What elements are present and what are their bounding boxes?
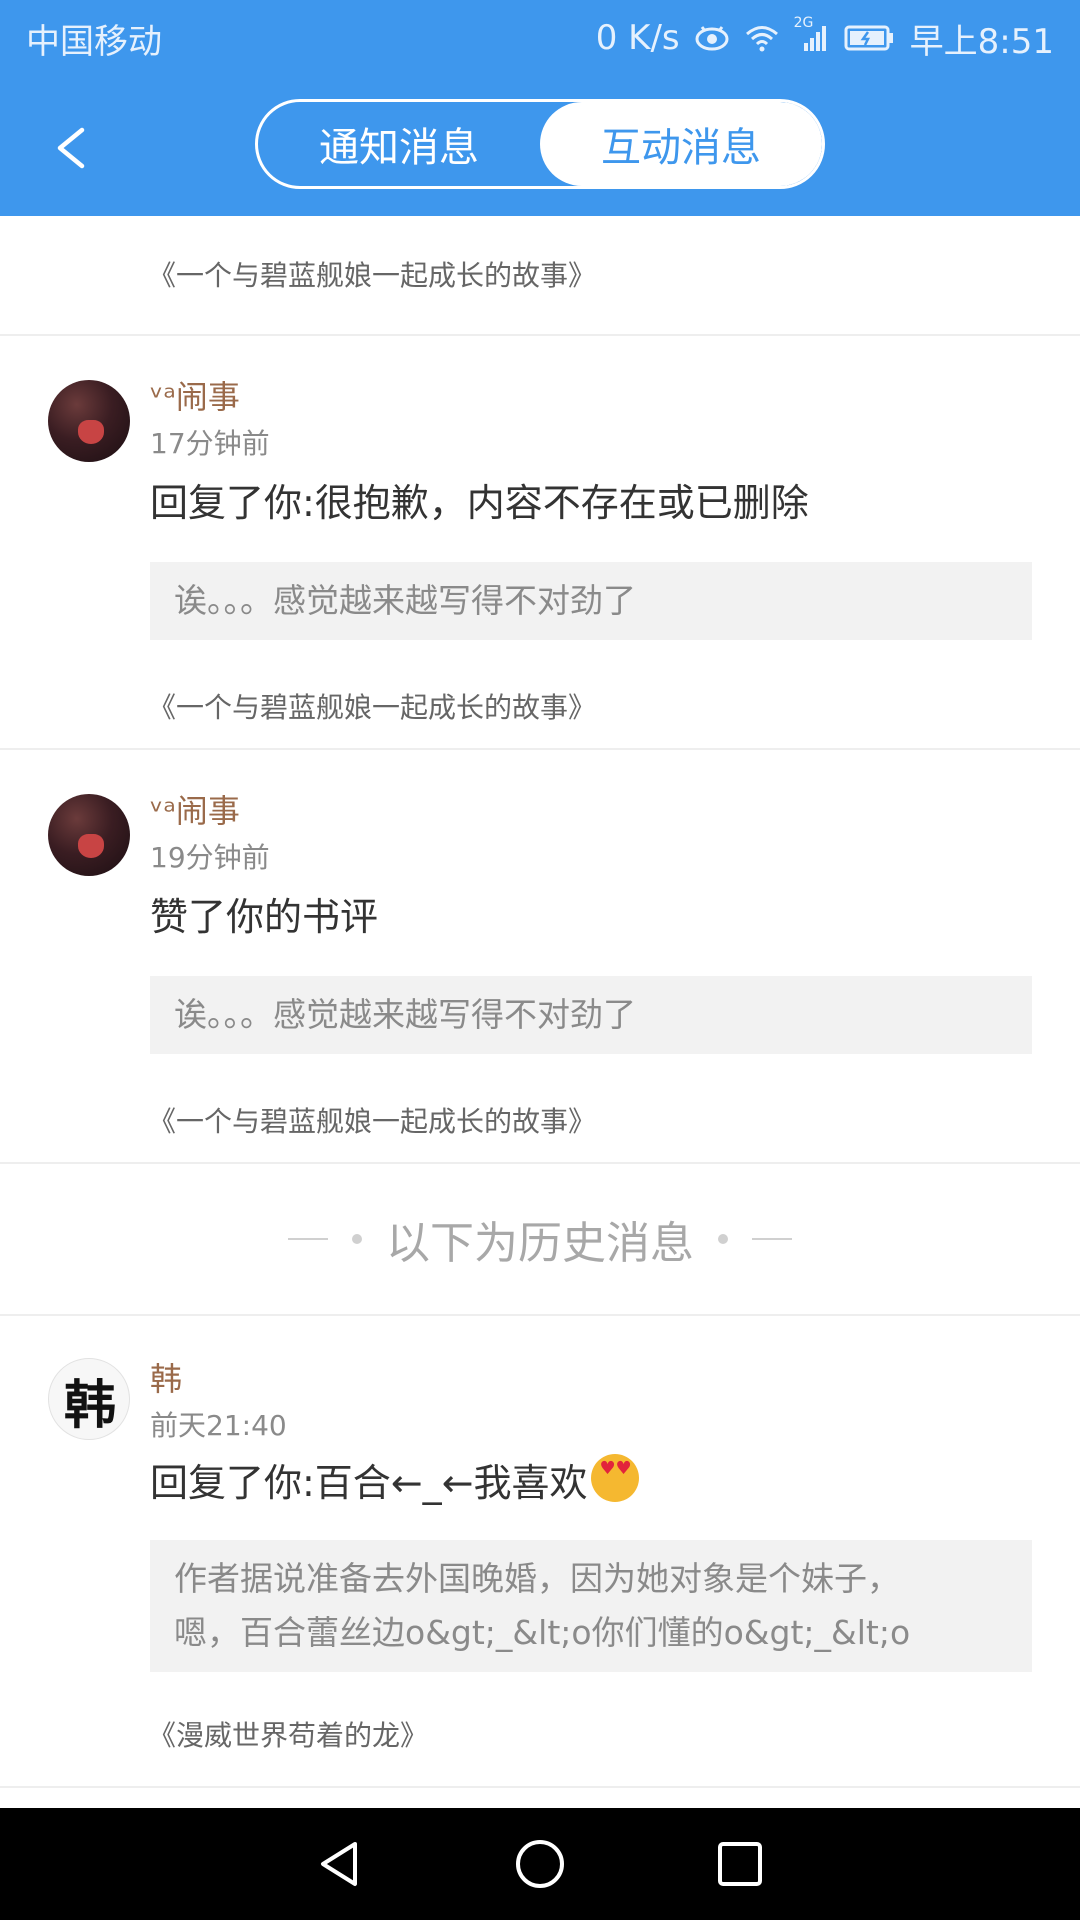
divider-dot <box>718 1234 728 1244</box>
divider-line <box>752 1238 792 1240</box>
book-title-link[interactable]: 《一个与碧蓝舰娘一起成长的故事》 <box>148 1100 596 1140</box>
battery-icon <box>844 23 896 53</box>
quoted-comment[interactable]: 诶。。。感觉越来越写得不对劲了 <box>150 976 1032 1054</box>
network-type: 2G <box>793 15 814 31</box>
nav-home-icon <box>516 1840 564 1888</box>
nav-recents-button[interactable] <box>710 1834 770 1894</box>
heart-eyes-emoji-icon <box>591 1454 640 1502</box>
action-text: 赞了你的书评 <box>150 895 379 939</box>
eye-icon <box>694 23 730 53</box>
carrier-label: 中国移动 <box>26 22 162 62</box>
timestamp: 19分钟前 <box>150 841 270 874</box>
quoted-comment[interactable]: 诶。。。感觉越来越写得不对劲了 <box>150 562 1032 640</box>
timestamp: 前天21:40 <box>150 1409 287 1442</box>
list-item[interactable]: 韩 韩 前天21:40 回复了你:百合←_←我喜欢 作者据说准备去外国晚婚，因为… <box>0 1316 1080 1786</box>
back-button[interactable] <box>44 114 104 182</box>
username[interactable]: ᵛᵃ闹事 <box>150 786 240 832</box>
divider-dot <box>352 1234 362 1244</box>
book-title-link[interactable]: 《漫威世界苟着的龙》 <box>148 1714 428 1754</box>
net-speed: 0 K/s <box>595 18 680 58</box>
book-title-link[interactable]: 《一个与碧蓝舰娘一起成长的故事》 <box>148 686 596 726</box>
tab-interactions[interactable]: 互动消息 <box>540 102 822 186</box>
list-item-partial[interactable]: 《一个与碧蓝舰娘一起成长的故事》 <box>0 216 1080 334</box>
nav-back-button[interactable] <box>310 1834 370 1894</box>
header-bar: 通知消息 互动消息 <box>0 76 1080 216</box>
status-icons: 0 K/s 2G 早上8:51 <box>596 14 1054 62</box>
divider-line <box>288 1238 328 1240</box>
list-item[interactable]: ᵛᵃ闹事 17分钟前 回复了你:很抱歉，内容不存在或已删除 诶。。。感觉越来越写… <box>0 336 1080 748</box>
divider <box>0 1786 1080 1788</box>
history-divider-label: 以下为历史消息 <box>386 1218 694 1269</box>
nav-recents-icon <box>718 1842 762 1886</box>
message-list: 《一个与碧蓝舰娘一起成长的故事》 ᵛᵃ闹事 17分钟前 回复了你:很抱歉，内容不… <box>0 216 1080 1788</box>
tab-switcher: 通知消息 互动消息 <box>255 99 825 189</box>
action-text: 回复了你:百合←_←我喜欢 <box>150 1452 640 1507</box>
avatar[interactable] <box>48 794 130 876</box>
nav-back-icon <box>321 1842 357 1886</box>
avatar[interactable] <box>48 380 130 462</box>
avatar[interactable]: 韩 <box>48 1358 130 1440</box>
action-text-content: 回复了你:百合←_←我喜欢 <box>150 1461 588 1505</box>
tab-notifications[interactable]: 通知消息 <box>258 102 540 186</box>
quote-line: 嗯，百合蕾丝边o&gt;_&lt;o你们懂的o&gt;_&lt;o <box>174 1613 911 1652</box>
action-text: 回复了你:很抱歉，内容不存在或已删除 <box>150 481 809 525</box>
quoted-comment[interactable]: 作者据说准备去外国晚婚，因为她对象是个妹子， 嗯，百合蕾丝边o&gt;_&lt;… <box>150 1540 1032 1672</box>
signal-icon: 2G <box>794 15 830 53</box>
wifi-icon <box>744 23 780 53</box>
username[interactable]: 韩 <box>150 1354 182 1400</box>
clock: 早上8:51 <box>909 21 1054 62</box>
book-title-link[interactable]: 《一个与碧蓝舰娘一起成长的故事》 <box>0 254 596 298</box>
history-divider: 以下为历史消息 <box>0 1164 1080 1314</box>
list-item[interactable]: ᵛᵃ闹事 19分钟前 赞了你的书评 诶。。。感觉越来越写得不对劲了 《一个与碧蓝… <box>0 750 1080 1162</box>
nav-home-button[interactable] <box>510 1834 570 1894</box>
timestamp: 17分钟前 <box>150 427 270 460</box>
quote-line: 作者据说准备去外国晚婚，因为她对象是个妹子， <box>174 1559 900 1598</box>
avatar-calligraphy: 韩 <box>63 1374 116 1436</box>
back-icon <box>57 127 85 169</box>
username[interactable]: ᵛᵃ闹事 <box>150 372 240 418</box>
status-bar: 中国移动 0 K/s 2G 早上8:51 <box>0 0 1080 76</box>
system-nav-bar <box>0 1808 1080 1920</box>
